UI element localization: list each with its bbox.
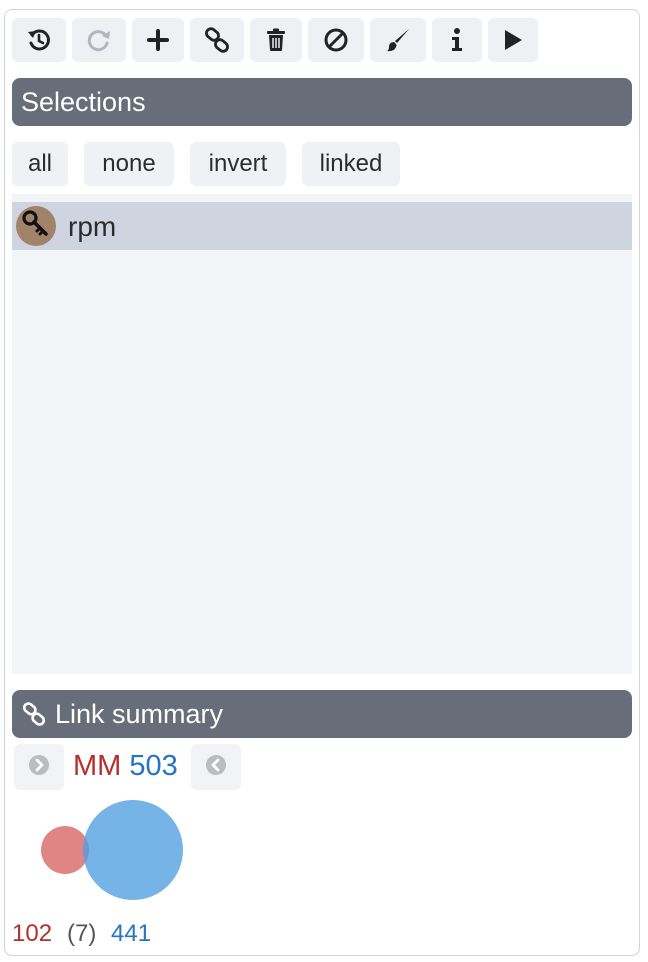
linked-selection-button[interactable]: linked: [302, 142, 400, 186]
undo-button[interactable]: [12, 18, 66, 62]
selections-header: Selections: [12, 78, 632, 126]
redo-icon: [86, 27, 112, 53]
venn-right-circle: [83, 800, 183, 900]
play-icon: [502, 28, 524, 52]
trash-icon: [265, 28, 287, 52]
paint-button[interactable]: [370, 18, 426, 62]
info-icon: [450, 27, 464, 53]
selection-buttons: all none invert linked: [12, 142, 400, 186]
key-icon: [22, 209, 50, 243]
selections-title: Selections: [21, 86, 146, 117]
info-button[interactable]: [432, 18, 482, 62]
right-dataset-label: 503: [129, 750, 178, 782]
select-all-button[interactable]: all: [12, 142, 68, 186]
link-icon: [203, 26, 231, 54]
plus-icon: [146, 28, 170, 52]
delete-button[interactable]: [250, 18, 302, 62]
overlap-count: (7): [67, 920, 97, 947]
clear-button[interactable]: [308, 18, 364, 62]
left-dataset-label: MM: [73, 750, 122, 782]
avatar: [16, 206, 56, 246]
link-summary-header: Link summary: [12, 690, 632, 738]
previous-link-button[interactable]: [14, 744, 64, 790]
link-summary-title: Link summary: [55, 698, 224, 729]
venn-diagram: [41, 800, 183, 900]
chevron-right-circle-icon: [28, 754, 50, 781]
venn-left-circle: [41, 826, 89, 874]
toolbar: [12, 18, 538, 62]
undo-history-icon: [26, 27, 52, 53]
next-link-button[interactable]: [191, 744, 241, 790]
ban-icon: [323, 27, 349, 53]
right-count: 441: [111, 920, 152, 947]
invert-selection-button[interactable]: invert: [190, 142, 286, 186]
chevron-left-circle-icon: [205, 754, 227, 781]
add-button[interactable]: [132, 18, 184, 62]
link-icon: [21, 701, 47, 727]
list-item[interactable]: rpm: [12, 202, 632, 250]
list-item-label: rpm: [68, 211, 117, 242]
brush-icon: [385, 27, 411, 53]
play-button[interactable]: [488, 18, 538, 62]
selection-list: rpm: [12, 194, 632, 674]
left-count: 102: [12, 920, 53, 947]
link-button[interactable]: [190, 18, 244, 62]
link-summary-label: MM 503: [73, 749, 178, 783]
redo-button[interactable]: [72, 18, 126, 62]
select-none-button[interactable]: none: [84, 142, 174, 186]
